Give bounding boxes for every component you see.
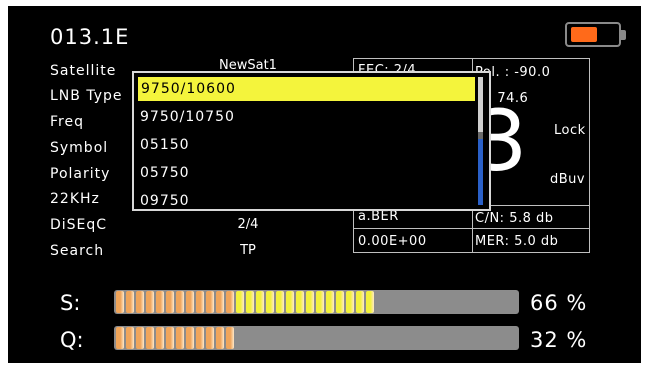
signal-unit: dBuv [550,172,586,187]
lnb-option[interactable]: 05150 [140,133,190,157]
bar-segment [276,291,284,313]
bar-segment [146,327,154,349]
cn-readout: C/N: 5.8 db [475,211,554,226]
dropdown-scroll-thumb[interactable] [478,139,483,205]
bar-segment [216,291,224,313]
value-search[interactable]: TP [188,243,308,258]
lnb-option[interactable]: 09750 [140,189,190,213]
receiver-screen: 013.1E Satellite LNB Type Freq Symbol Po… [8,6,641,363]
lnb-type-dropdown[interactable]: 9750/10600 9750/10750 05150 05750 09750 [132,71,491,211]
bar-segment [136,327,144,349]
label-polarity[interactable]: Polarity [50,166,110,182]
bar-segment [226,291,234,313]
label-satellite[interactable]: Satellite [50,63,116,79]
lnb-option[interactable]: 05750 [140,161,190,185]
bar-segment [116,291,124,313]
label-22khz[interactable]: 22KHz [50,191,100,207]
lnb-option[interactable]: 9750/10750 [140,105,235,129]
bar-segment [246,291,254,313]
quality-label: Q: [60,328,84,352]
bar-segment [336,291,344,313]
bar-segment [196,291,204,313]
bar-segment [136,291,144,313]
bar-segment [326,291,334,313]
bar-segment [216,327,224,349]
mer-readout: MER: 5.0 db [475,234,559,249]
bar-segment [356,291,364,313]
bar-segment [126,291,134,313]
bar-segment [286,291,294,313]
bar-segment [176,327,184,349]
bar-segment [226,327,234,349]
strength-label: S: [60,291,81,315]
label-lnb-type[interactable]: LNB Type [50,88,122,104]
bar-segment [206,291,214,313]
label-symbol[interactable]: Symbol [50,140,108,156]
battery-level [571,27,597,42]
signal-quality-bar [114,326,519,350]
lnb-option-selected[interactable]: 9750/10600 [138,77,475,101]
battery-icon [565,22,626,47]
strength-percent: 66 % [530,291,588,315]
bar-segment [266,291,274,313]
bar-segment [236,291,244,313]
bar-segment [296,291,304,313]
bar-segment [186,291,194,313]
bar-segment [176,291,184,313]
bar-segment [316,291,324,313]
bar-segment [156,291,164,313]
quality-percent: 32 % [530,328,588,352]
bar-segment [116,327,124,349]
ber-label: a.BER [358,209,399,224]
bar-segment [146,291,154,313]
signal-strength-bar [114,290,519,314]
ber-value: 0.00E+00 [358,234,427,249]
label-search[interactable]: Search [50,243,104,259]
label-diseqc[interactable]: DiSEqC [50,217,107,233]
bar-segment [166,291,174,313]
label-freq[interactable]: Freq [50,114,84,130]
lock-status: Lock [554,123,586,138]
bar-segment [156,327,164,349]
bar-segment [346,291,354,313]
satellite-position-title: 013.1E [50,25,130,49]
bar-segment [166,327,174,349]
bar-segment [186,327,194,349]
bar-segment [306,291,314,313]
bar-segment [366,291,374,313]
bar-segment [206,327,214,349]
bar-segment [126,327,134,349]
value-diseqc[interactable]: 2/4 [188,217,308,232]
bar-segment [196,327,204,349]
bar-segment [256,291,264,313]
